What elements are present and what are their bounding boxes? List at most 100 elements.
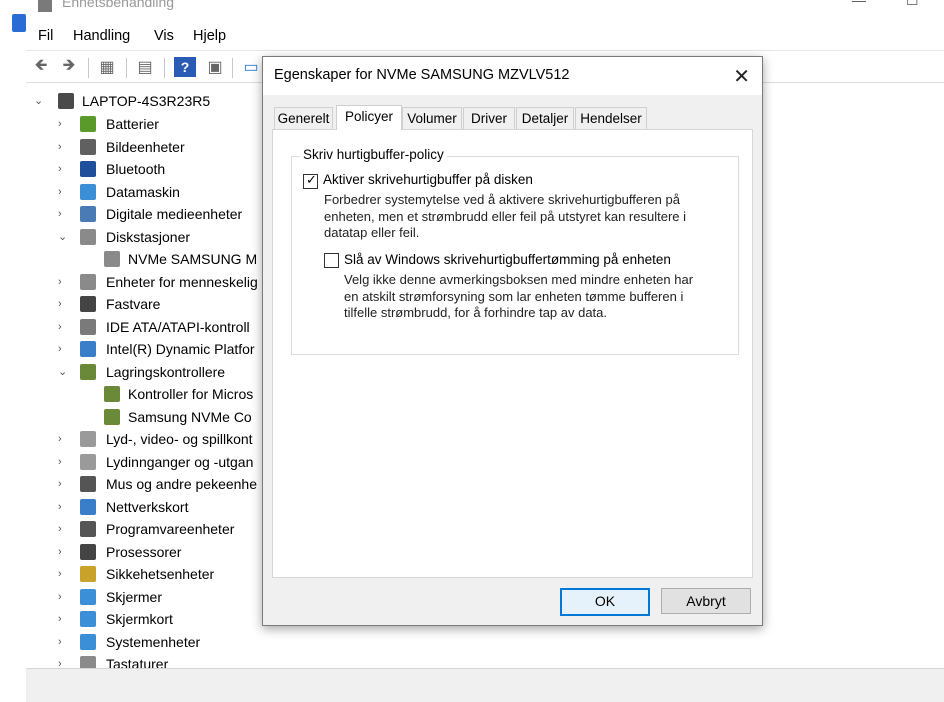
tree-item-label: Lyd-, video- og spillkont: [106, 431, 253, 447]
tab-general[interactable]: Generelt: [274, 107, 333, 129]
device-category-icon: [80, 363, 96, 380]
tree-item-label: Intel(R) Dynamic Platfor: [106, 341, 255, 357]
chevron-down-icon[interactable]: ⌄: [34, 90, 48, 112]
tree-item-label: Lagringskontrollere: [106, 363, 226, 380]
enable-write-cache-label[interactable]: Aktiver skrivehurtigbuffer på disken: [323, 172, 533, 187]
group-label: Skriv hurtigbuffer-policy: [300, 147, 447, 162]
device-category-icon: [80, 116, 96, 132]
tree-item-label: Tastaturer: [106, 656, 169, 668]
chevron-right-icon[interactable]: ›: [58, 293, 72, 315]
device-category-icon: [80, 453, 96, 470]
chevron-right-icon[interactable]: ›: [58, 271, 72, 293]
toolbar-divider: [126, 58, 127, 78]
chevron-down-icon[interactable]: ⌄: [58, 361, 72, 383]
turn-off-cache-flushing-checkbox[interactable]: [324, 253, 339, 268]
ok-button[interactable]: OK: [560, 588, 650, 616]
device-category-icon: [80, 521, 96, 537]
chevron-right-icon[interactable]: ›: [58, 496, 72, 518]
close-icon[interactable]: ✕: [733, 64, 750, 89]
device-category-icon: [80, 543, 96, 560]
chevron-right-icon[interactable]: ›: [58, 473, 72, 495]
chevron-right-icon[interactable]: ›: [58, 203, 72, 225]
device-category-icon: [80, 633, 96, 650]
maximize-button[interactable]: ☐: [906, 0, 920, 8]
tree-item-label: Kontroller for Micros: [128, 386, 254, 402]
turn-off-cache-flushing-label[interactable]: Slå av Windows skrivehurtigbuffertømming…: [344, 252, 671, 267]
description-line: en atskilt strømforsyning som lar enhete…: [344, 288, 684, 304]
tree-item-label: Programvareenheter: [106, 521, 235, 537]
tab-policies[interactable]: Policyer: [336, 105, 402, 130]
description-line: Forbedrer systemytelse ved å aktivere sk…: [324, 192, 680, 207]
tree-item-label: Enheter for menneskelig: [106, 273, 258, 290]
status-bar: [26, 668, 944, 702]
device-category-icon: [80, 476, 96, 492]
chevron-right-icon[interactable]: ›: [58, 608, 72, 630]
enable-write-cache-description: Forbedrer systemytelse ved å aktivere sk…: [324, 192, 686, 242]
window-title: Enhetsbehandling: [62, 0, 175, 10]
tree-item-label: Skjermkort: [106, 611, 173, 627]
device-category-icon: [80, 498, 96, 515]
menu-help[interactable]: Hjelp: [193, 28, 226, 44]
chevron-right-icon[interactable]: ›: [58, 181, 72, 203]
forward-arrow-icon[interactable]: 🡺: [58, 57, 80, 77]
status-segment: [26, 671, 944, 699]
menu-action[interactable]: Handling: [73, 28, 130, 44]
tree-item-label: Fastvare: [106, 296, 161, 312]
tree-item-label: Bluetooth: [106, 161, 166, 177]
description-line: tilfelle strømbrudd, for å forhindre tap…: [344, 305, 608, 320]
chevron-right-icon[interactable]: ›: [58, 136, 72, 158]
device-category-icon: [80, 228, 96, 245]
menu-view[interactable]: Vis: [154, 28, 174, 44]
monitor-icon[interactable]: ▭: [240, 57, 262, 77]
properties-icon[interactable]: ▤: [134, 57, 156, 77]
chevron-right-icon[interactable]: ›: [58, 518, 72, 540]
description-line: Velg ikke denne avmerkingsboksen med min…: [344, 272, 694, 287]
minimize-button[interactable]: —: [852, 0, 866, 8]
policies-panel: Skriv hurtigbuffer-policy ✓ Aktiver skri…: [272, 129, 753, 578]
window-titlebar: Enhetsbehandling — ☐: [26, 0, 944, 18]
tree-item-label: Lydinnganger og -utgan: [106, 453, 254, 470]
tree-item-label: Digitale medieenheter: [106, 206, 243, 222]
tab-details[interactable]: Detaljer: [516, 107, 574, 129]
properties-dialog: Egenskaper for NVMe SAMSUNG MZVLV512 ✕ G…: [262, 56, 763, 626]
device-category-icon: [80, 138, 96, 155]
device-category-icon: [104, 386, 120, 402]
description-line: enheten, men et strømbrudd eller feil på…: [324, 208, 687, 224]
device-category-icon: [80, 206, 96, 222]
chevron-right-icon[interactable]: ›: [58, 158, 72, 180]
tab-driver[interactable]: Driver: [463, 107, 515, 129]
tab-events[interactable]: Hendelser: [575, 107, 647, 129]
chevron-right-icon[interactable]: ›: [58, 541, 72, 563]
chevron-right-icon[interactable]: ›: [58, 631, 72, 653]
chevron-right-icon[interactable]: ›: [58, 316, 72, 338]
chevron-right-icon[interactable]: ›: [58, 338, 72, 360]
chevron-right-icon[interactable]: ›: [58, 113, 72, 135]
back-arrow-icon[interactable]: 🡸: [30, 57, 52, 77]
action-pane-icon[interactable]: ▣: [204, 57, 226, 77]
chevron-down-icon[interactable]: ⌄: [58, 226, 72, 248]
tree-item-label: Bildeenheter: [106, 138, 185, 155]
device-category-icon: [80, 273, 96, 290]
tree-item-label: IDE ATA/ATAPI-kontroll: [106, 318, 250, 335]
device-category-icon: [80, 656, 96, 668]
tree-item-label: Diskstasjoner: [106, 228, 191, 245]
tree-item-label: Nettverkskort: [106, 498, 189, 515]
help-icon[interactable]: ?: [174, 57, 196, 77]
chevron-right-icon[interactable]: ›: [58, 451, 72, 473]
tree-item-label: Batterier: [106, 116, 159, 132]
tree-root-label: LAPTOP-4S3R23R5: [82, 93, 211, 109]
device-category-icon: [80, 318, 96, 335]
tree-item-label: Mus og andre pekeenhe: [106, 476, 257, 492]
chevron-right-icon[interactable]: ›: [58, 563, 72, 585]
tab-volumes[interactable]: Volumer: [402, 107, 462, 129]
device-category-icon: [80, 161, 96, 177]
show-hide-console-tree-icon[interactable]: ▦: [96, 57, 118, 77]
device-category-icon: [80, 566, 96, 582]
cancel-button[interactable]: Avbryt: [661, 588, 751, 614]
chevron-right-icon[interactable]: ›: [58, 653, 72, 668]
chevron-right-icon[interactable]: ›: [58, 586, 72, 608]
enable-write-cache-checkbox[interactable]: ✓: [303, 172, 318, 189]
chevron-right-icon[interactable]: ›: [58, 428, 72, 450]
device-category-icon: [80, 341, 96, 357]
menu-file[interactable]: Fil: [38, 28, 53, 44]
